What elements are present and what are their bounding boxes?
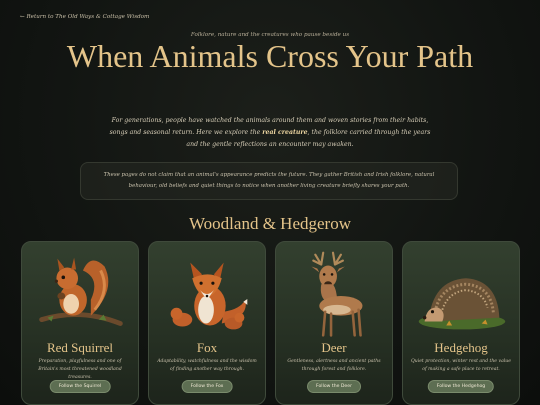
intro-highlight: real creature bbox=[262, 129, 308, 136]
card-description: Quiet protection, winter rest and the va… bbox=[411, 359, 511, 372]
card-description: Gentleness, alertness and ancient paths … bbox=[287, 359, 381, 372]
card-description: Preparation, playfulness and one of Brit… bbox=[38, 359, 122, 380]
intro-paragraph: For generations, people have watched the… bbox=[108, 115, 432, 151]
follow-deer-button[interactable]: Follow the Deer bbox=[307, 380, 361, 393]
card-fox[interactable]: Fox Adaptability, watchfulness and the w… bbox=[148, 241, 266, 405]
animal-cards: Red Squirrel Preparation, playfulness an… bbox=[21, 241, 520, 405]
follow-hedgehog-button[interactable]: Follow the Hedgehog bbox=[427, 380, 495, 393]
deer-illustration-icon bbox=[276, 250, 392, 342]
card-red-squirrel[interactable]: Red Squirrel Preparation, playfulness an… bbox=[21, 241, 139, 405]
card-title: Deer bbox=[321, 340, 347, 355]
page-title: When Animals Cross Your Path bbox=[66, 38, 474, 74]
disclaimer-note: These pages do not claim that an animal'… bbox=[80, 162, 458, 200]
card-description: Adaptability, watchfulness and the wisdo… bbox=[157, 359, 257, 372]
section-title: Woodland & Hedgerow bbox=[189, 214, 351, 233]
follow-fox-button[interactable]: Follow the Fox bbox=[181, 380, 233, 393]
squirrel-illustration-icon bbox=[22, 250, 138, 342]
card-title: Fox bbox=[196, 340, 218, 355]
back-link[interactable]: ← Return to The Old Ways & Cottage Wisdo… bbox=[20, 14, 149, 20]
card-title: Hedgehog bbox=[434, 340, 488, 355]
card-title: Red Squirrel bbox=[46, 340, 114, 355]
fox-illustration-icon bbox=[149, 250, 265, 342]
card-deer[interactable]: Deer Gentleness, alertness and ancient p… bbox=[275, 241, 393, 405]
card-hedgehog[interactable]: Hedgehog Quiet protection, winter rest a… bbox=[402, 241, 520, 405]
hedgehog-illustration-icon bbox=[403, 250, 519, 342]
follow-squirrel-button[interactable]: Follow the Squirrel bbox=[49, 380, 111, 393]
